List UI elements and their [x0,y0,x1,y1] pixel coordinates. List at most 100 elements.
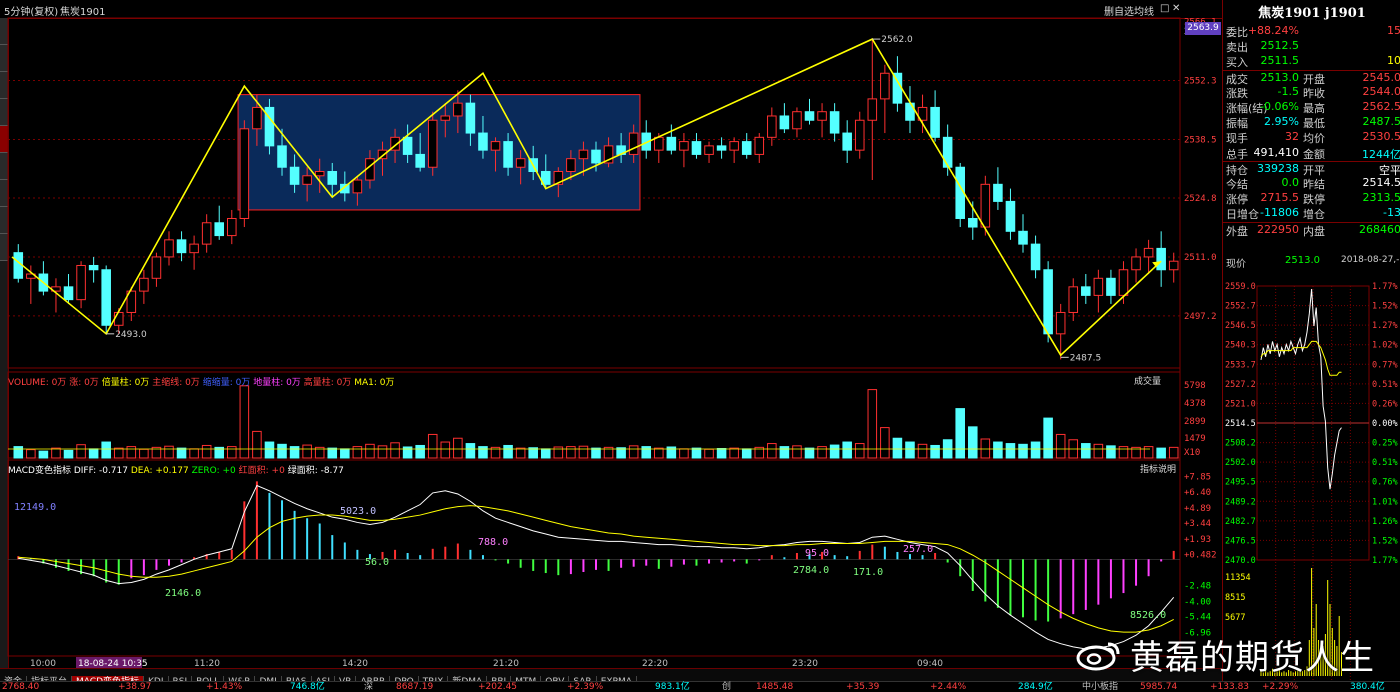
quote-value-2: 15 [1387,24,1400,37]
time-axis-label: 14:20 [342,659,368,668]
quote-row: 振幅2.95%最低2487.5 [1223,115,1400,130]
price-axis-label: 2538.5 [1184,135,1217,145]
volume-bar [931,445,940,458]
candle-body [742,142,751,155]
macd-annotation: 788.0 [478,537,508,548]
volume-bar [541,449,550,458]
quote-value-2: 2313.5 [1363,191,1400,204]
candle-body [1157,248,1166,269]
candle-body [968,218,977,227]
quote-value: 2.95% [1264,115,1299,128]
volume-bar [768,444,777,458]
macd-annotation: 5023.0 [340,506,376,517]
volume-bar [328,448,337,458]
macd-axis-label: -2.48 [1184,581,1211,591]
macd-axis-label: -4.00 [1184,598,1211,608]
volume-bar [1056,434,1065,458]
volume-bar [592,448,601,458]
volume-bar [253,431,262,458]
volume-bar [202,445,211,458]
volume-bar [39,451,48,458]
candle-body [931,107,940,137]
candle-body [855,120,864,150]
status-bar: 2768.40+38.97+1.43%746.8亿深8687.19+202.45… [0,681,1400,692]
volume-bar [981,439,990,458]
time-axis-label: 23:20 [792,659,818,668]
candle-body [441,116,450,120]
volume-axis-label: 5798 [1184,381,1206,391]
volume-bar [730,448,739,458]
volume-bar [1082,444,1091,458]
volume-bar [14,447,23,458]
chart-canvas[interactable]: 2566.12563.92552.32538.52524.82511.02497… [0,0,1222,668]
candle-body [805,112,814,121]
macd-annotation: 2146.0 [165,588,201,599]
candle-body [705,146,714,155]
volume-bar [881,428,890,458]
volume-bar [466,444,475,458]
volume-bar [504,445,513,458]
candle-body [428,120,437,167]
volume-bar [27,450,36,458]
candle-body [768,116,777,137]
candle-body [830,112,839,133]
volume-bar [705,449,714,458]
volume-bar [780,447,789,458]
quote-value: -1.5 [1278,85,1299,98]
volume-bar [366,444,375,458]
candle-body [353,180,362,193]
mini-right-label: 0.25% [1372,439,1398,449]
quote-row: 外盘222950内盘268460 [1223,222,1400,238]
mini-right-label: 1.01% [1372,497,1398,507]
quote-value-2: 268460 [1359,223,1400,236]
quote-key: 总手 [1226,146,1248,162]
price-axis-label: 2497.2 [1184,312,1217,322]
mini-left-label: 2476.5 [1225,536,1256,546]
volume-axis-label: X10 [1184,448,1200,458]
now-price-value: 2513.0 [1285,255,1320,266]
mini-left-label: 2470.0 [1225,556,1256,566]
candle-body [1094,278,1103,295]
now-price-label: 现价 [1226,255,1246,270]
volume-select-button[interactable]: 成交量 [1134,374,1161,387]
volume-bar [140,449,149,458]
quote-key: 外盘 [1226,223,1248,239]
candle-body [655,137,664,150]
volume-bar [1107,446,1116,458]
candle-body [165,240,174,257]
candle-body [290,167,299,184]
volume-bar [717,449,726,459]
macd-annotation: 2784.0 [793,565,829,576]
mini-left-label: 2508.2 [1225,439,1256,449]
candle-body [1132,257,1141,270]
volume-bar [265,442,274,458]
candle-body [102,270,111,326]
macd-legend-item: 绿面积: -8.77 [288,466,344,476]
volume-bar [742,449,751,458]
candle-body [479,133,488,150]
candle-body [328,172,337,185]
mini-left-label: 2521.0 [1225,399,1256,409]
candle-body [667,137,676,150]
quote-value: 0.0 [1282,176,1300,189]
volume-bar [341,449,350,458]
macd-legend-item: ZERO: +0 [192,466,236,476]
mini-intraday-chart[interactable]: 2559.02552.72546.52540.32533.72527.22521… [1223,280,1400,680]
mini-right-label: 0.77% [1372,360,1398,370]
mini-right-label: 1.02% [1372,341,1398,351]
candle-body [228,218,237,235]
volume-bar [89,449,98,458]
volume-legend: VOLUME: 0万 涨: 0万 倍量柱: 0万 主缩线: 0万 缩缩量: 0万… [8,375,394,388]
volume-bar [855,444,864,458]
candle-body [579,150,588,159]
candle-body [64,287,73,300]
candle-body [943,137,952,167]
indicator-help-button[interactable]: 指标说明 [1140,462,1176,475]
quote-value-2: 2530.5 [1363,130,1400,143]
macd-legend: MACD变色指标 DIFF: -0.717 DEA: +0.177 ZERO: … [8,463,344,476]
volume-bar [391,443,400,458]
volume-bar [303,445,312,458]
volume-bar [655,448,664,458]
quote-key: 委比 [1226,24,1248,40]
macd-axis-label: +7.85 [1184,473,1211,483]
